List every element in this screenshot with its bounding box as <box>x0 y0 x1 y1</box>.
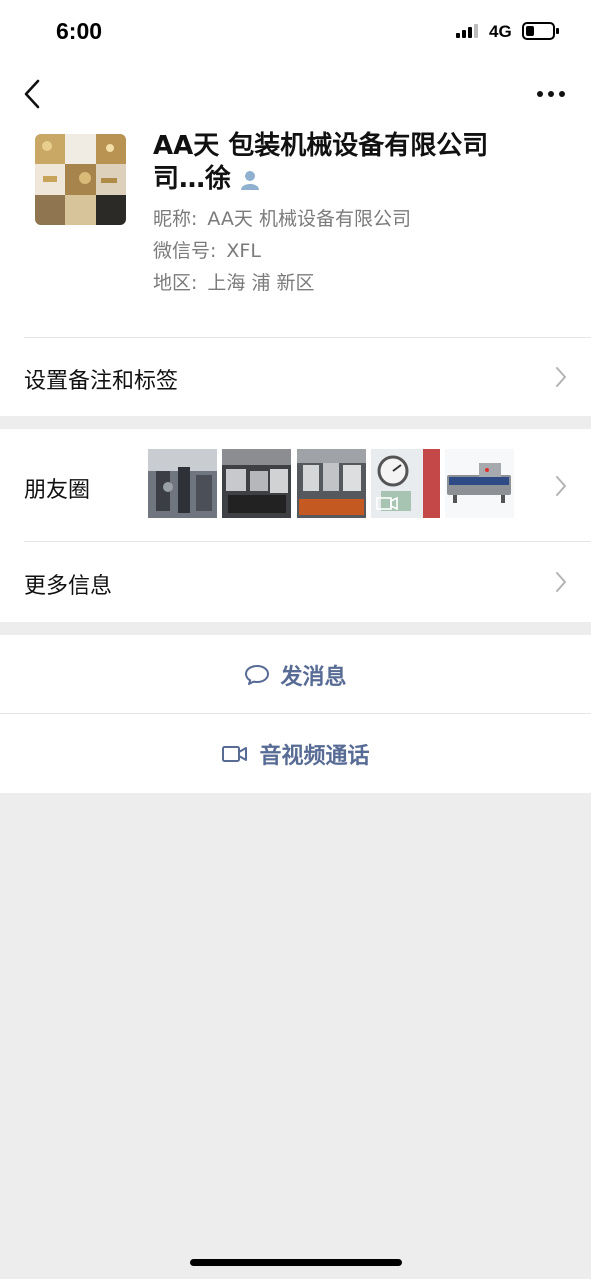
chevron-right-icon <box>556 476 566 496</box>
contact-name: AA天 包装机械设备有限公司 司…徐 <box>153 130 533 196</box>
back-button[interactable] <box>16 76 52 112</box>
profile-header: AA天 包装机械设备有限公司 司…徐 昵称: AA天 机械设备有限公司 微信号: X… <box>0 128 591 338</box>
wechat-id-label: 微信号: <box>153 240 217 262</box>
wechat-id-row: 微信号: XFL <box>153 236 261 263</box>
video-camera-icon <box>222 745 248 762</box>
contact-person-icon <box>241 170 260 190</box>
status-bar: 6:00 4G <box>0 0 591 62</box>
more-button[interactable] <box>532 78 572 108</box>
chevron-right-icon <box>556 367 566 387</box>
video-call-button[interactable]: 音视频通话 <box>0 714 591 793</box>
more-info-row[interactable]: 更多信息 <box>0 542 591 622</box>
chat-bubble-icon <box>245 664 270 685</box>
region-row: 地区: 上海 浦 新区 <box>153 268 315 295</box>
moments-row[interactable]: 朋友圈 <box>0 429 591 542</box>
send-message-button[interactable]: 发消息 <box>0 635 591 714</box>
contact-name-line1: AA天 包装机械设备有限公司 <box>153 131 489 161</box>
nickname-row: 昵称: AA天 机械设备有限公司 <box>153 204 411 231</box>
moments-photo <box>297 449 366 518</box>
set-remark-tags-label: 设置备注和标签 <box>24 369 179 394</box>
region-value: 上海 浦 新区 <box>207 272 315 294</box>
chevron-left-icon <box>24 79 40 109</box>
moments-video-thumbnail <box>371 449 440 518</box>
status-time: 6:00 <box>56 18 103 44</box>
avatar[interactable] <box>35 134 126 225</box>
video-call-label: 音视频通话 <box>259 743 370 769</box>
more-dots-icon <box>537 91 565 97</box>
moments-label: 朋友圈 <box>24 478 91 503</box>
network-type: 4G <box>489 22 512 41</box>
nav-bar <box>0 62 591 128</box>
moments-photo <box>445 449 514 518</box>
nickname-label: 昵称: <box>153 208 198 230</box>
more-info-label: 更多信息 <box>24 574 113 599</box>
moments-photo <box>148 449 217 518</box>
set-remark-tags-row[interactable]: 设置备注和标签 <box>0 338 591 416</box>
chevron-right-icon <box>556 572 566 592</box>
battery-icon <box>522 22 559 40</box>
contact-name-line2: 司…徐 <box>153 164 232 194</box>
signal-icon <box>456 24 481 38</box>
wechat-id-value: XFL <box>226 240 261 262</box>
nickname-value: AA天 机械设备有限公司 <box>207 208 411 230</box>
region-label: 地区: <box>153 272 198 294</box>
moments-photo <box>222 449 291 518</box>
home-indicator <box>190 1259 402 1266</box>
send-message-label: 发消息 <box>280 664 347 690</box>
